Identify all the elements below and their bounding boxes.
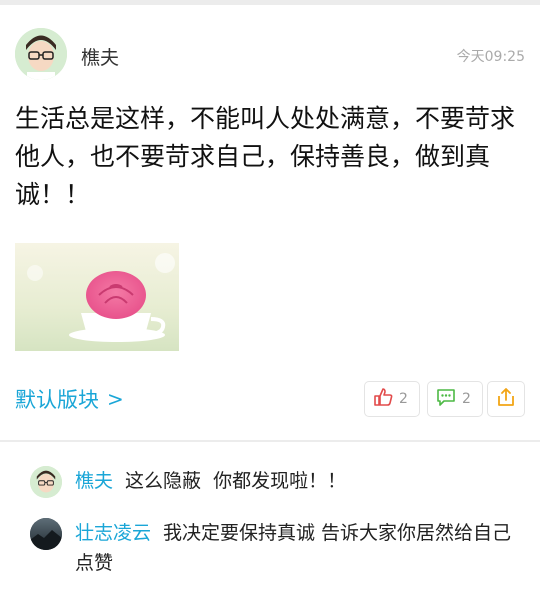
post-text: 生活总是这样，不能叫人处处满意，不要苛求他人，也不要苛求自己，保持善良，做到真诚…	[15, 104, 516, 209]
like-count: 2	[399, 391, 408, 407]
category-link[interactable]: 默认版块 >	[15, 384, 124, 414]
commenter-name[interactable]: 壮志凌云	[75, 522, 151, 544]
commenter-avatar[interactable]	[30, 518, 62, 550]
share-button[interactable]	[487, 381, 525, 417]
comment-button[interactable]: 2	[427, 381, 483, 417]
post-timestamp: 今天09:25	[456, 49, 525, 65]
category-label: 默认版块	[15, 388, 99, 412]
post-image[interactable]	[15, 243, 179, 351]
author-avatar[interactable]	[15, 28, 67, 80]
post-header: 樵夫 今天09:25	[15, 28, 525, 82]
comment-text: 这么隐蔽 你都发现啦！！	[125, 470, 347, 492]
thumbs-up-icon	[373, 387, 393, 411]
comment-body: 壮志凌云 我决定要保持真诚 告诉大家你居然给自己点赞	[75, 518, 520, 578]
top-separator	[0, 0, 540, 5]
share-icon	[496, 386, 516, 412]
commenter-name[interactable]: 樵夫	[75, 470, 113, 492]
section-divider	[0, 440, 540, 442]
like-button[interactable]: 2	[364, 381, 420, 417]
comment-count: 2	[462, 391, 471, 407]
author-name[interactable]: 樵夫	[81, 43, 119, 70]
comment-bubble-icon	[436, 387, 456, 411]
commenter-avatar[interactable]	[30, 466, 62, 498]
comment-body: 樵夫 这么隐蔽 你都发现啦！！	[75, 466, 346, 496]
chevron-right-icon: >	[107, 387, 124, 411]
